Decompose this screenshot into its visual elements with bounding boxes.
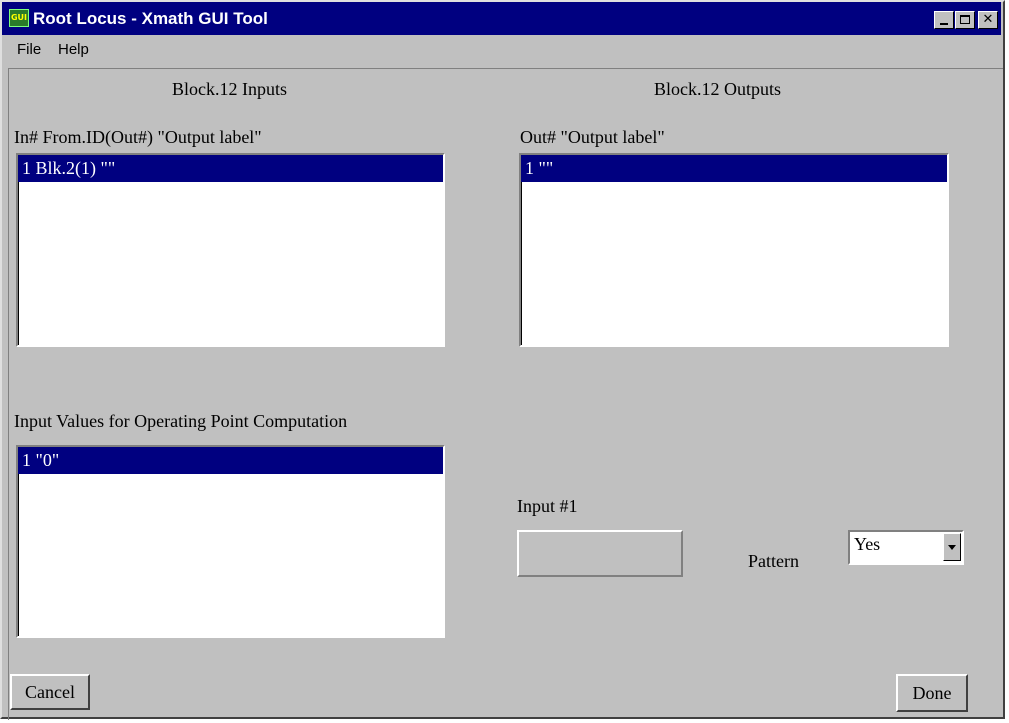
pattern-select-value: Yes [854,534,881,554]
dropdown-button[interactable] [943,533,961,561]
outputs-list[interactable]: 1 "" [519,153,949,347]
pattern-label: Pattern [748,551,799,571]
pattern-select[interactable]: Yes [848,530,964,565]
done-button[interactable]: Done [896,674,968,712]
input-value-field[interactable] [517,530,683,577]
outputs-column-header: Out# "Output label" [520,127,665,147]
minimize-button[interactable] [934,11,954,29]
input-value-label: Input #1 [517,496,578,516]
close-icon: ✕ [982,12,994,27]
list-item[interactable]: 1 Blk.2(1) "" [18,155,443,182]
menu-file[interactable]: File [17,41,41,58]
gui-icon: GUI [9,9,29,27]
operating-point-heading: Input Values for Operating Point Computa… [14,411,348,431]
list-item[interactable]: 1 "" [521,155,947,182]
maximize-icon [960,15,970,24]
chevron-down-icon [948,545,956,550]
inputs-column-header: In# From.ID(Out#) "Output label" [14,127,262,147]
outputs-heading: Block.12 Outputs [654,79,782,99]
menu-help[interactable]: Help [58,41,89,58]
maximize-button[interactable] [955,11,975,29]
window-title: Root Locus - Xmath GUI Tool [33,9,268,28]
close-button[interactable]: ✕ [978,11,998,29]
inputs-heading: Block.12 Inputs [172,79,287,99]
list-item[interactable]: 1 "0" [18,447,443,474]
cancel-button[interactable]: Cancel [10,674,90,710]
inputs-list[interactable]: 1 Blk.2(1) "" [16,153,445,347]
title-bar[interactable]: GUI Root Locus - Xmath GUI Tool ✕ [2,2,1001,35]
minimize-icon [940,23,948,25]
menu-bar: File Help [2,36,1001,64]
operating-point-list[interactable]: 1 "0" [16,445,445,638]
